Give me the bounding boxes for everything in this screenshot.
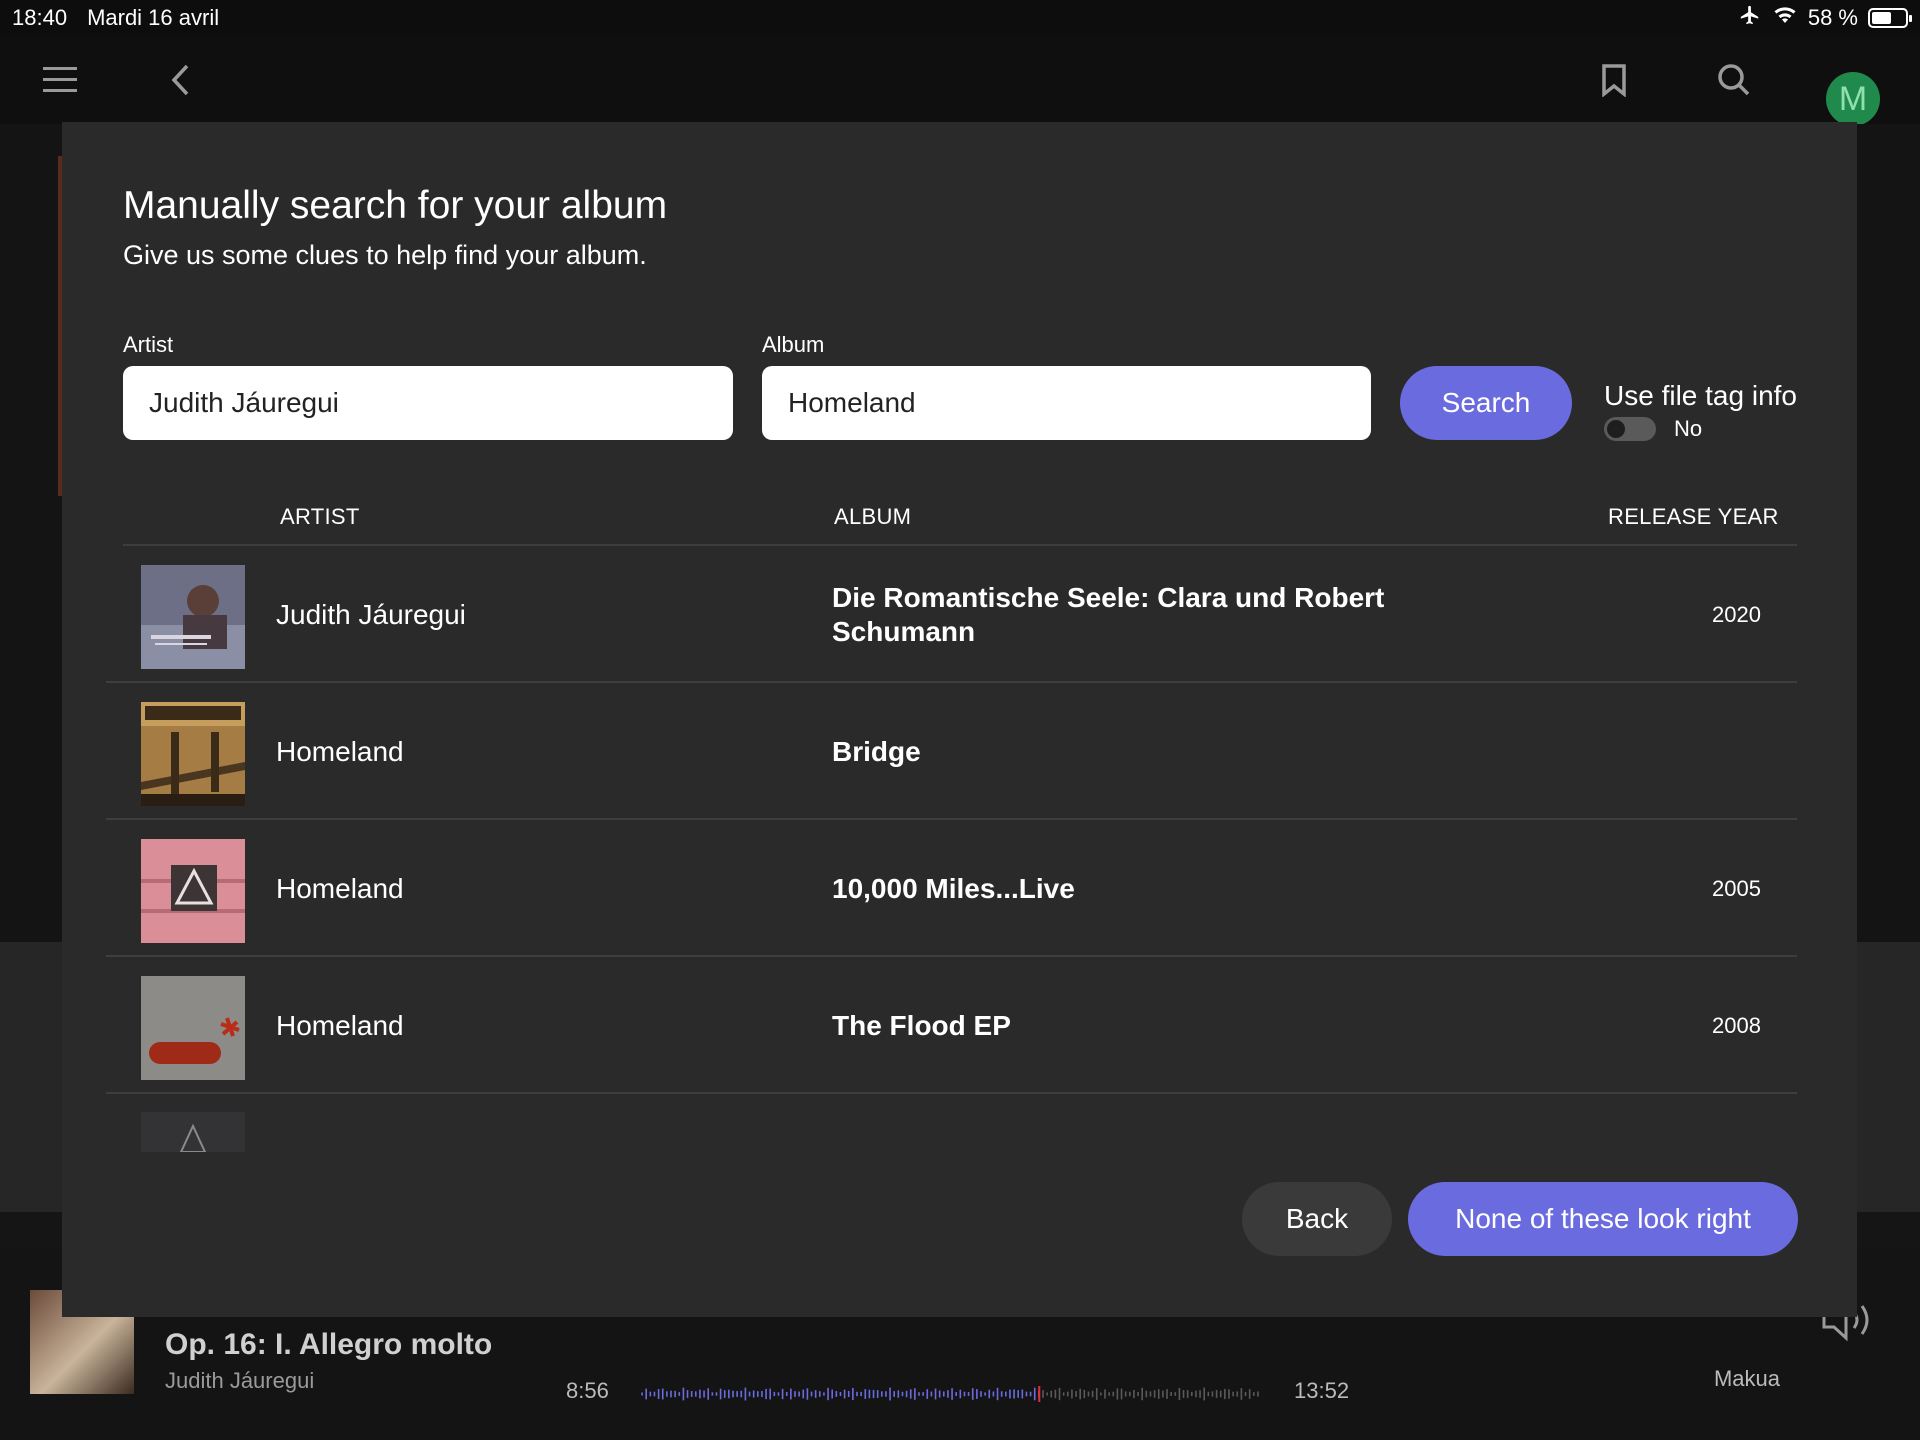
back-arrow-icon[interactable] bbox=[158, 58, 202, 102]
back-button[interactable]: Back bbox=[1242, 1182, 1392, 1256]
wifi-icon bbox=[1772, 5, 1798, 31]
album-field-label: Album bbox=[762, 332, 825, 357]
column-header-artist[interactable]: ARTIST bbox=[280, 504, 360, 530]
column-header-release-year[interactable]: RELEASE YEAR bbox=[1608, 504, 1779, 530]
result-artist: Homeland bbox=[276, 735, 404, 767]
battery-fill bbox=[1872, 12, 1891, 24]
app-top-bar: M bbox=[0, 36, 1920, 126]
file-tag-option: Use file tag info No bbox=[1604, 380, 1797, 442]
total-time: 13:52 bbox=[1294, 1378, 1350, 1403]
file-tag-state: No bbox=[1674, 416, 1703, 441]
result-year: 2020 bbox=[1712, 601, 1761, 627]
result-album: 10,000 Miles...Live bbox=[832, 872, 1075, 904]
airplane-icon bbox=[1738, 4, 1762, 32]
result-album: The Flood EP bbox=[832, 1009, 1011, 1041]
results-list: Judith Jáuregui Die Romantische Seele: C… bbox=[106, 546, 1797, 1154]
album-cover bbox=[141, 702, 245, 806]
table-row[interactable]: Judith Jáuregui Die Romantische Seele: C… bbox=[106, 546, 1797, 683]
menu-icon[interactable] bbox=[38, 58, 82, 102]
album-cover bbox=[141, 839, 245, 943]
status-indicators: 58 % bbox=[1738, 4, 1912, 32]
result-album: Die Romantische Seele: Clara und Robert … bbox=[832, 581, 1385, 647]
table-row[interactable]: Homeland Bridge bbox=[106, 683, 1797, 820]
file-tag-label: Use file tag info bbox=[1604, 380, 1797, 411]
waveform-scrubber[interactable] bbox=[640, 1386, 1260, 1402]
result-album: Bridge bbox=[832, 735, 921, 767]
dialog-subtitle: Give us some clues to help find your alb… bbox=[123, 240, 647, 270]
now-playing-title[interactable]: Op. 16: I. Allegro molto bbox=[165, 1328, 492, 1362]
file-tag-toggle[interactable] bbox=[1604, 417, 1656, 441]
search-icon[interactable] bbox=[1712, 58, 1756, 102]
album-cover bbox=[141, 1112, 245, 1153]
artist-input[interactable] bbox=[123, 366, 733, 440]
album-cover bbox=[141, 976, 245, 1080]
dialog-title: Manually search for your album bbox=[123, 184, 668, 227]
album-cover bbox=[141, 565, 245, 669]
battery-percent: 58 % bbox=[1807, 5, 1858, 30]
toggle-knob bbox=[1607, 420, 1625, 438]
result-year: 2005 bbox=[1712, 875, 1761, 901]
result-artist: Homeland bbox=[276, 1009, 404, 1041]
search-button[interactable]: Search bbox=[1400, 366, 1572, 440]
zone-name[interactable]: Makua bbox=[1714, 1366, 1780, 1392]
result-year: 2008 bbox=[1712, 1012, 1761, 1038]
table-row[interactable]: Homeland 10,000 Miles...Live 2005 bbox=[106, 820, 1797, 957]
bookmark-icon[interactable] bbox=[1592, 58, 1636, 102]
status-bar: 18:40 Mardi 16 avril 58 % bbox=[0, 0, 1920, 36]
column-header-album[interactable]: ALBUM bbox=[834, 504, 911, 530]
now-playing-artist[interactable]: Judith Jáuregui bbox=[165, 1368, 314, 1394]
none-look-right-button[interactable]: None of these look right bbox=[1408, 1182, 1798, 1256]
user-avatar[interactable]: M bbox=[1826, 72, 1880, 126]
elapsed-time: 8:56 bbox=[566, 1378, 609, 1403]
table-row[interactable]: Homeland The Flood EP 2008 bbox=[106, 957, 1797, 1094]
artist-field-label: Artist bbox=[123, 332, 174, 357]
table-row[interactable] bbox=[106, 1094, 1797, 1154]
album-input[interactable] bbox=[762, 366, 1371, 440]
result-artist: Homeland bbox=[276, 872, 404, 904]
status-date: Mardi 16 avril bbox=[87, 5, 220, 30]
battery-icon bbox=[1868, 8, 1912, 28]
manual-search-dialog: Manually search for your album Give us s… bbox=[62, 122, 1857, 1317]
result-artist: Judith Jáuregui bbox=[276, 598, 466, 630]
status-time: 18:40 bbox=[12, 5, 68, 30]
